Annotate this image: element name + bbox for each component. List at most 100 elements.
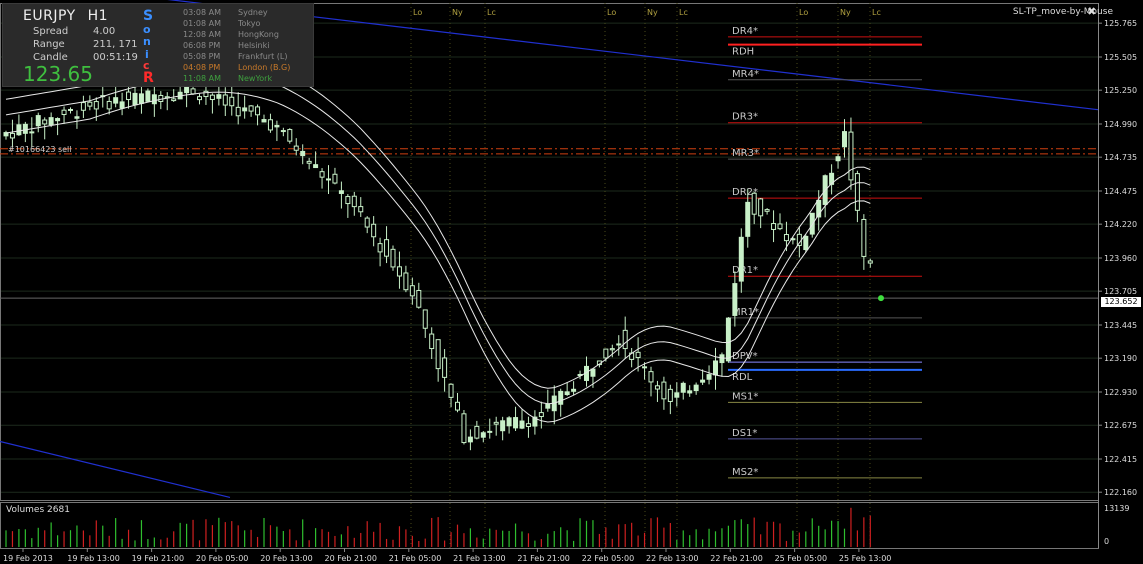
candle-body (609, 348, 615, 351)
candle-body (448, 383, 454, 398)
candle-body (29, 131, 35, 134)
pivot-level-label: MR4* (732, 69, 759, 80)
session-row: 01:08 AM Tokyo (183, 19, 260, 28)
spread-label: Spread (33, 26, 69, 37)
candle-body (455, 401, 460, 411)
candle-body (680, 382, 686, 393)
candle-body (700, 379, 706, 383)
candle-body (377, 243, 383, 253)
pivot-level-label: MS2* (732, 467, 758, 478)
candle-body (558, 390, 564, 405)
candle-body (842, 131, 847, 148)
candle-body (345, 196, 351, 205)
candle-body (674, 392, 680, 398)
session-row-open: 11:08 AM NewYork (183, 74, 272, 83)
current-price-badge: 123.652 (1101, 297, 1141, 307)
candle-body (751, 192, 757, 215)
price-tick-label: 123.445 (1104, 321, 1137, 330)
price-tick-label: 124.990 (1104, 120, 1137, 129)
candle-body (261, 119, 267, 123)
candle-body (803, 235, 809, 251)
trade-order-label[interactable]: #10166423 sell (8, 145, 72, 154)
close-icon[interactable]: ✖ (1087, 5, 1096, 18)
candle-body (16, 124, 22, 136)
candle-body (654, 385, 660, 390)
time-tick-label: 21 Feb 13:00 (453, 554, 505, 563)
spread-value: 4.00 (93, 26, 116, 37)
candle-body (248, 105, 254, 112)
symbol-title: EURJPY H1 (23, 8, 108, 24)
pivot-level-label: DR1* (732, 265, 758, 276)
price-tick-label: 123.705 (1104, 287, 1137, 296)
candle-body (835, 156, 841, 162)
candle-body (326, 178, 331, 181)
session-row: 06:08 PM Helsinki (183, 41, 269, 50)
candle-body (732, 283, 738, 316)
session-city: London (B.G) (238, 63, 291, 72)
candle-body (338, 190, 344, 194)
time-tick-label: 20 Feb 21:00 (325, 554, 377, 563)
session-marker-label: Lo (607, 8, 616, 17)
candle-body (474, 425, 480, 439)
pivot-level-label: DR4* (732, 26, 758, 37)
candle-body (519, 420, 525, 429)
time-tick-label: 20 Feb 13:00 (260, 554, 312, 563)
session-row: 12:08 AM HongKong (183, 30, 279, 39)
candle-body (706, 374, 712, 380)
candle-body (184, 86, 190, 94)
session-time: 05:08 PM (183, 52, 221, 61)
candle-body (106, 100, 112, 110)
candle-body (93, 101, 99, 110)
candle-body (571, 388, 577, 392)
trendline-lower (0, 440, 231, 498)
time-tick-label: 19 Feb 21:00 (132, 554, 184, 563)
candle-body (538, 412, 544, 418)
pivot-level-label: DPV* (732, 351, 758, 362)
candle-body (74, 116, 80, 119)
candle-body (764, 209, 770, 212)
sonic-letter: n (143, 35, 151, 48)
candle-body (313, 164, 319, 169)
session-city: HongKong (238, 30, 279, 39)
session-marker-label: Lc (872, 8, 881, 17)
indicator-title: SL-TP_move-by-Mouse (1012, 7, 1113, 17)
candle-body (848, 131, 854, 181)
candle-body (713, 360, 718, 376)
candle-body (461, 413, 467, 444)
candle-body (332, 173, 338, 184)
candle-body (687, 390, 693, 394)
candle-body (138, 93, 144, 104)
time-tick-label: 22 Feb 13:00 (646, 554, 698, 563)
candle-body (513, 417, 519, 429)
time-tick-label: 19 Feb 13:00 (67, 554, 119, 563)
candle-body (396, 266, 402, 277)
candle-body (351, 195, 357, 208)
session-marker-label: Lo (413, 8, 422, 17)
candle-body (280, 130, 286, 133)
session-time: 04:08 PM (183, 63, 221, 72)
volumes-label: Volumes 2681 (6, 505, 70, 515)
candle-body (500, 420, 506, 432)
time-tick-label: 21 Feb 21:00 (517, 554, 569, 563)
candle-body (738, 236, 744, 282)
candle-body (661, 381, 667, 400)
candle-body (429, 333, 435, 350)
session-city: Tokyo (238, 19, 261, 28)
candle-body (719, 354, 725, 364)
candle-body (364, 217, 370, 228)
candle-body (403, 272, 409, 291)
candle-body (9, 132, 15, 139)
candle-body (287, 129, 293, 142)
pivot-level-label: MR3* (732, 148, 759, 159)
candle-body (622, 329, 628, 350)
candle-body (745, 201, 751, 237)
session-city: Helsinki (238, 41, 270, 50)
candle-body (132, 92, 138, 106)
price-tick-label: 125.505 (1104, 53, 1137, 62)
time-tick-label: 22 Feb 05:00 (582, 554, 634, 563)
candle-body (758, 198, 764, 217)
range-value: 211, 171 (93, 39, 138, 50)
session-marker-label: Ny (647, 8, 658, 17)
time-tick-label: 25 Feb 13:00 (839, 554, 891, 563)
candle-body (854, 173, 860, 211)
